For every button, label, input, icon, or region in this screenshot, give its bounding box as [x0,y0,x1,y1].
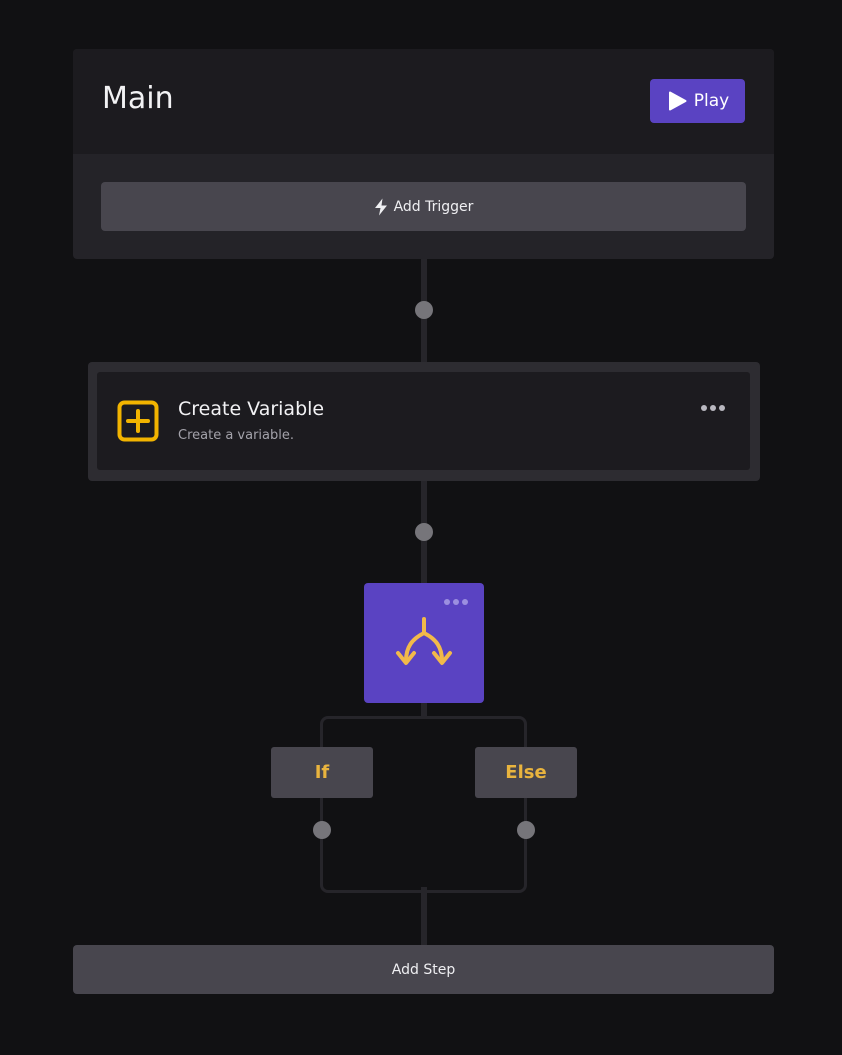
play-icon [668,91,687,111]
create-variable-step-body: Create Variable Create a variable. [97,372,750,470]
plus-square-icon [117,400,159,442]
play-label: Play [693,91,730,111]
create-variable-step[interactable]: Create Variable Create a variable. [88,362,760,481]
if-branch-dot[interactable] [313,821,331,839]
if-branch-label[interactable]: If [271,747,373,798]
else-branch-label[interactable]: Else [475,747,577,798]
else-branch-dot[interactable] [517,821,535,839]
more-horizontal-icon[interactable] [701,405,725,411]
connector-dot[interactable] [415,301,433,319]
step-description: Create a variable. [178,428,295,443]
branch-split-lines [320,716,527,893]
condition-branch-node[interactable] [364,583,484,703]
add-step-button[interactable]: Add Step [73,945,774,994]
more-horizontal-icon[interactable] [444,599,468,605]
main-header: Main Play [73,49,774,154]
flow-canvas: Main Play Add Trigger Create Variable Cr… [0,0,842,1055]
connector-dot[interactable] [415,523,433,541]
add-trigger-button[interactable]: Add Trigger [101,182,746,231]
step-title: Create Variable [178,398,325,420]
connector-merge-to-add-step [421,887,427,945]
flow-title: Main [102,81,174,116]
lightning-icon [374,198,387,215]
main-flow-card: Main Play Add Trigger [73,49,774,259]
play-button[interactable]: Play [650,79,745,123]
split-arrows-icon [396,617,452,665]
add-trigger-label: Add Trigger [393,198,474,215]
